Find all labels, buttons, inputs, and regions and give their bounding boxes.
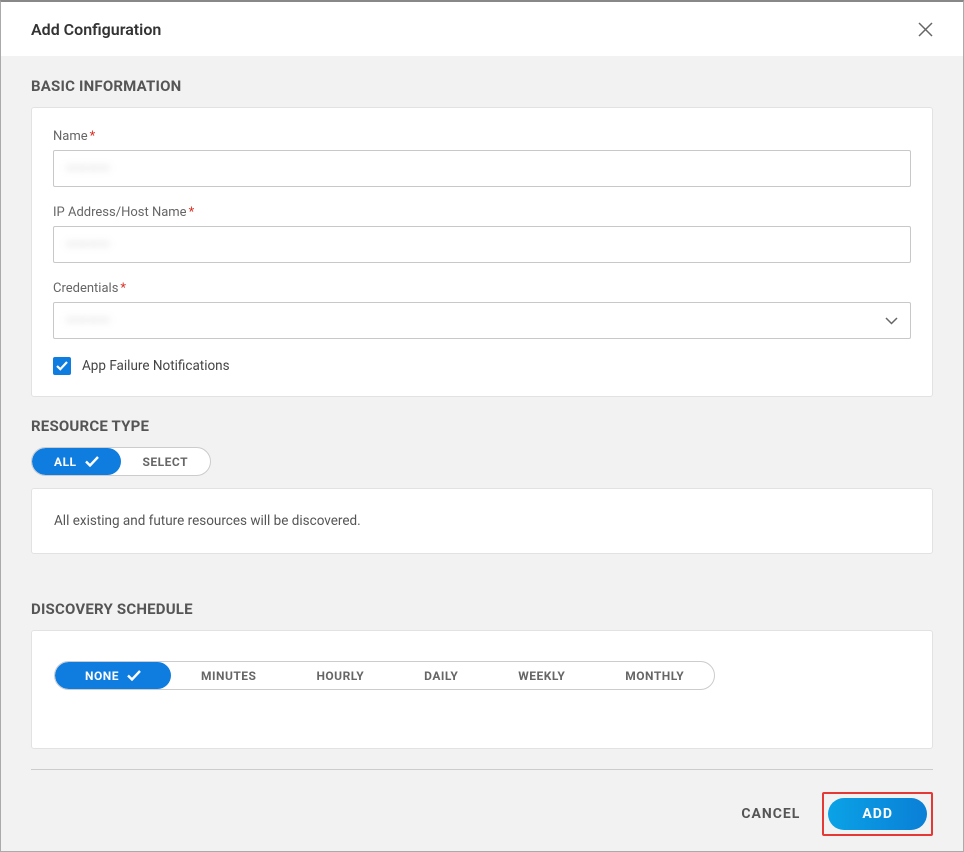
required-asterisk: * — [90, 129, 96, 144]
credentials-label: Credentials* — [53, 281, 911, 296]
app-failure-checkbox[interactable] — [53, 357, 71, 375]
resource-type-title: RESOURCE TYPE — [31, 417, 933, 435]
dialog-title: Add Configuration — [31, 20, 161, 39]
schedule-hourly-button[interactable]: HOURLY — [286, 662, 394, 689]
discovery-schedule-card: NONE MINUTES HOURLY DAILY WEEKLY MONTHLY — [31, 630, 933, 749]
ip-label: IP Address/Host Name* — [53, 205, 911, 220]
dialog-footer: CANCEL ADD — [31, 769, 933, 836]
discovery-schedule-title: DISCOVERY SCHEDULE — [31, 600, 933, 618]
cancel-button[interactable]: CANCEL — [741, 806, 800, 822]
add-button-highlight: ADD — [822, 792, 933, 836]
discovery-schedule-toggle: NONE MINUTES HOURLY DAILY WEEKLY MONTHLY — [54, 661, 715, 690]
schedule-minutes-button[interactable]: MINUTES — [171, 662, 286, 689]
credentials-select[interactable]: ———— — [53, 302, 911, 339]
add-button[interactable]: ADD — [828, 798, 927, 830]
schedule-weekly-button[interactable]: WEEKLY — [488, 662, 595, 689]
checkmark-icon — [85, 456, 99, 467]
app-failure-label: App Failure Notifications — [82, 358, 230, 374]
resource-type-all-button[interactable]: ALL — [32, 448, 121, 475]
credentials-value: ———— — [66, 313, 110, 329]
required-asterisk: * — [120, 281, 126, 296]
schedule-monthly-button[interactable]: MONTHLY — [595, 662, 714, 689]
basic-info-card: Name* ———— IP Address/Host Name* ———— Cr… — [31, 107, 933, 397]
name-value: ———— — [66, 161, 110, 177]
ip-input[interactable]: ———— — [53, 226, 911, 263]
name-input[interactable]: ———— — [53, 150, 911, 187]
resource-type-message-card: All existing and future resources will b… — [31, 488, 933, 554]
ip-value: ———— — [66, 237, 110, 253]
chevron-down-icon — [885, 313, 898, 329]
basic-info-title: BASIC INFORMATION — [31, 77, 933, 95]
checkmark-icon — [56, 361, 68, 371]
name-label: Name* — [53, 129, 911, 144]
resource-type-select-button[interactable]: SELECT — [121, 448, 211, 475]
close-button[interactable] — [918, 22, 933, 37]
close-icon — [918, 22, 933, 37]
resource-type-message: All existing and future resources will b… — [54, 513, 910, 529]
resource-type-toggle: ALL SELECT — [31, 447, 211, 476]
required-asterisk: * — [189, 205, 195, 220]
schedule-daily-button[interactable]: DAILY — [394, 662, 488, 689]
schedule-none-button[interactable]: NONE — [55, 662, 171, 689]
checkmark-icon — [127, 670, 141, 681]
